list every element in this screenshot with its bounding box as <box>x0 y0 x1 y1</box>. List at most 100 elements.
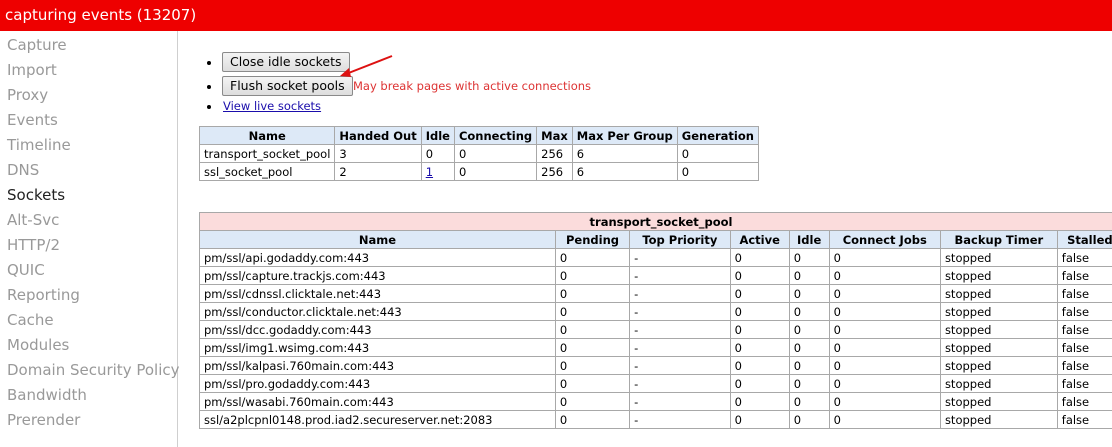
table-cell: pm/ssl/pro.godaddy.com:443 <box>199 374 556 393</box>
flush-warning-text: May break pages with active connections <box>353 79 592 93</box>
table-cell: 0 <box>788 392 830 411</box>
app-title-bar: capturing events (13207) <box>0 0 1112 31</box>
table-cell: - <box>629 302 731 321</box>
sidebar-item-reporting[interactable]: Reporting <box>7 285 80 305</box>
table-header-row: Name Handed Out Idle Connecting Max Max Per G… <box>198 126 759 145</box>
idle-count-link[interactable]: 1 <box>426 165 433 179</box>
sidebar-item-capture[interactable]: Capture <box>7 35 67 55</box>
sidebar-item-quic[interactable]: QUIC <box>7 260 45 280</box>
sidebar-item-prerender[interactable]: Prerender <box>7 410 80 430</box>
table-cell: 0 <box>554 410 631 429</box>
annotation-arrow-icon <box>340 55 393 77</box>
sidebar-item-timeline[interactable]: Timeline <box>7 135 71 155</box>
table-cell: ssl_socket_pool <box>198 162 336 181</box>
table-cell: stopped <box>939 356 1058 375</box>
column-header: Connecting <box>453 126 538 145</box>
table-row: ssl/a2plcpnl0148.prod.iad2.secureserver.… <box>199 410 1112 429</box>
table-cell: 0 <box>828 410 941 429</box>
table-cell: 0 <box>554 374 631 393</box>
table-cell: ssl/a2plcpnl0148.prod.iad2.secureserver.… <box>199 410 556 429</box>
table-cell: stopped <box>939 410 1058 429</box>
table-cell: transport_socket_pool <box>198 144 336 163</box>
column-header: Max Per Group <box>571 126 678 145</box>
table-cell: pm/ssl/kalpasi.760main.com:443 <box>199 356 556 375</box>
sidebar-nav: Capture Import Proxy Events Timeline DNS Socke… <box>0 31 180 447</box>
sidebar-item-events[interactable]: Events <box>7 110 58 130</box>
flush-socket-pools-button[interactable]: Flush socket pools <box>222 76 353 96</box>
table-cell: 0 <box>788 356 830 375</box>
table-cell: 0 <box>676 162 759 181</box>
table-cell: 0 <box>554 392 631 411</box>
table-cell: 0 <box>729 266 790 285</box>
transport-socket-pool-table: transport_socket_pool Name Pending Top Pri… <box>199 212 1112 429</box>
sidebar-item-sockets[interactable]: Sockets <box>7 185 65 205</box>
table-cell: stopped <box>939 302 1058 321</box>
table-cell: stopped <box>939 248 1058 267</box>
table-cell: false <box>1056 248 1112 267</box>
table-cell: stopped <box>939 392 1058 411</box>
table-cell: 0 <box>729 410 790 429</box>
bullet-icon <box>207 85 211 89</box>
table-cell: 0 <box>729 356 790 375</box>
table-cell: 0 <box>828 356 941 375</box>
view-live-sockets-link[interactable]: View live sockets <box>223 99 321 113</box>
table-cell: 2 <box>334 162 422 181</box>
app-title: capturing events (13207) <box>5 6 197 24</box>
table-cell: stopped <box>939 266 1058 285</box>
column-header: Backup Timer <box>939 230 1058 249</box>
sidebar-item-alt-svc[interactable]: Alt-Svc <box>7 210 59 230</box>
sidebar-item-import[interactable]: Import <box>7 60 57 80</box>
table-cell: 0 <box>453 162 538 181</box>
table-cell: - <box>629 392 731 411</box>
table-cell: - <box>629 338 731 357</box>
table-cell: 0 <box>729 320 790 339</box>
table-row: pm/ssl/img1.wsimg.com:443 0-0 0 0 stopped fal… <box>199 338 1112 357</box>
column-header: Idle <box>788 230 830 249</box>
column-header: Idle <box>420 126 455 145</box>
table-cell: - <box>629 266 731 285</box>
column-header: Top Priority <box>629 230 731 249</box>
table-caption-row: transport_socket_pool <box>199 212 1112 231</box>
table-cell: 0 <box>788 248 830 267</box>
sidebar-item-domain-security-policy[interactable]: Domain Security Policy <box>7 360 180 380</box>
table-cell: 256 <box>536 144 573 163</box>
table-row: pm/ssl/cdnssl.clicktale.net:443 0-0 0 0 stop… <box>199 284 1112 303</box>
sidebar-item-cache[interactable]: Cache <box>7 310 54 330</box>
table-cell: pm/ssl/img1.wsimg.com:443 <box>199 338 556 357</box>
column-header: Name <box>199 230 556 249</box>
table-cell: pm/ssl/capture.trackjs.com:443 <box>199 266 556 285</box>
table-cell: 0 <box>788 374 830 393</box>
sidebar-item-proxy[interactable]: Proxy <box>7 85 48 105</box>
table-row: pm/ssl/pro.godaddy.com:443 0-0 0 0 stopped fa… <box>199 374 1112 393</box>
table-cell: false <box>1056 284 1112 303</box>
table-cell: 6 <box>571 144 678 163</box>
sidebar-item-http-2[interactable]: HTTP/2 <box>7 235 60 255</box>
table-cell: pm/ssl/api.godaddy.com:443 <box>199 248 556 267</box>
table-cell: 0 <box>828 302 941 321</box>
table-cell: 0 <box>828 284 941 303</box>
table-cell: 0 <box>554 266 631 285</box>
table-cell: false <box>1056 374 1112 393</box>
table-row: pm/ssl/capture.trackjs.com:443 0-0 0 0 stopp… <box>199 266 1112 285</box>
table-row: pm/ssl/wasabi.760main.com:443 0-0 0 0 stoppe… <box>199 392 1112 411</box>
socket-pools-summary-table: Name Handed Out Idle Connecting Max Max Per G… <box>198 126 759 181</box>
table-cell: 0 <box>729 284 790 303</box>
table-cell: false <box>1056 410 1112 429</box>
table-cell: 0 <box>453 144 538 163</box>
table-cell: 0 <box>729 302 790 321</box>
table-cell: false <box>1056 320 1112 339</box>
table-cell: pm/ssl/conductor.clicktale.net:443 <box>199 302 556 321</box>
table-row: ssl_socket_pool 2 1 0 256 6 0 <box>198 162 759 181</box>
table-cell: pm/ssl/wasabi.760main.com:443 <box>199 392 556 411</box>
column-header: Stalled <box>1056 230 1112 249</box>
table-cell: 0 <box>554 248 631 267</box>
table-cell: stopped <box>939 338 1058 357</box>
sidebar-item-dns[interactable]: DNS <box>7 160 39 180</box>
table-cell: false <box>1056 356 1112 375</box>
table-cell: 0 <box>554 320 631 339</box>
sidebar-item-modules[interactable]: Modules <box>7 335 69 355</box>
sidebar-item-bandwidth[interactable]: Bandwidth <box>7 385 87 405</box>
table-cell: 0 <box>828 338 941 357</box>
table-cell: 0 <box>788 302 830 321</box>
table-cell: 0 <box>676 144 759 163</box>
